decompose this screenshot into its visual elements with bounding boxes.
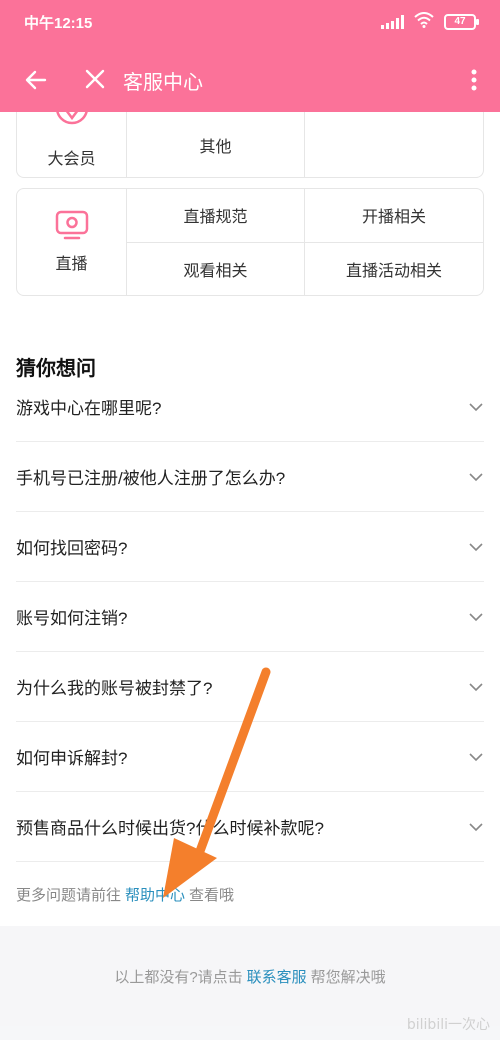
chevron-down-icon — [469, 682, 483, 691]
category-item-start-live[interactable]: 开播相关 — [305, 189, 483, 243]
faq-section: 猜你想问 游戏中心在哪里呢? 手机号已注册/被他人注册了怎么办? 如何找回密码?… — [0, 324, 500, 926]
faq-item[interactable]: 游戏中心在哪里呢? — [16, 372, 484, 442]
contact-support-link[interactable]: 联系客服 — [247, 966, 307, 987]
category-item-live-events[interactable]: 直播活动相关 — [305, 243, 483, 296]
chevron-down-icon — [469, 402, 483, 411]
faq-item[interactable]: 手机号已注册/被他人注册了怎么办? — [16, 442, 484, 512]
more-hint-prefix: 更多问题请前往 — [16, 886, 122, 904]
battery-icon: 47 — [444, 14, 479, 30]
more-menu-button[interactable] — [462, 62, 486, 98]
category-section: 大会员 其他 直播 直播规范 开播相关 观看相关 直播活动相关 — [0, 112, 500, 324]
faq-question: 账号如何注销? — [16, 609, 128, 628]
close-button[interactable] — [78, 62, 112, 96]
close-icon — [85, 69, 105, 89]
faq-question: 游戏中心在哪里呢? — [16, 399, 162, 418]
contact-prefix: 以上都没有?请点击 — [114, 968, 243, 986]
more-vertical-icon — [471, 69, 477, 91]
category-label-vip: 大会员 — [47, 151, 96, 168]
watermark: bilibili一次心 — [406, 1017, 490, 1033]
chevron-down-icon — [469, 612, 483, 621]
arrow-left-icon — [25, 70, 47, 90]
top-bar: 中午12:15 47 客服中心 — [0, 0, 500, 112]
category-item-watching[interactable]: 观看相关 — [127, 242, 305, 295]
faq-question: 如何找回密码? — [16, 539, 128, 558]
status-bar: 中午12:15 47 — [0, 0, 500, 44]
faq-question: 手机号已注册/被他人注册了怎么办? — [16, 469, 286, 488]
signal-icon — [381, 15, 404, 29]
category-item-live-rules[interactable]: 直播规范 — [127, 189, 305, 243]
chevron-down-icon — [469, 752, 483, 761]
chevron-down-icon — [469, 822, 483, 831]
vip-icon — [56, 112, 88, 125]
category-item-other[interactable]: 其他 — [127, 112, 305, 177]
help-center-link[interactable]: 帮助中心 — [125, 884, 185, 905]
category-head-live[interactable]: 直播 — [17, 189, 127, 295]
faq-item[interactable]: 为什么我的账号被封禁了? — [16, 652, 484, 722]
live-tv-icon — [55, 210, 88, 240]
page-title: 客服中心 — [123, 72, 203, 94]
faq-question: 为什么我的账号被封禁了? — [16, 679, 213, 698]
faq-item[interactable]: 账号如何注销? — [16, 582, 484, 652]
category-item-empty — [305, 112, 483, 177]
faq-item[interactable]: 预售商品什么时候出货?什么时候补款呢? — [16, 792, 484, 862]
back-button[interactable] — [18, 62, 54, 98]
faq-question: 如何申诉解封? — [16, 749, 128, 768]
app-bar: 客服中心 — [0, 44, 500, 112]
faq-item[interactable]: 如何申诉解封? — [16, 722, 484, 792]
category-card-vip: 大会员 其他 — [16, 112, 484, 178]
chevron-down-icon — [469, 472, 483, 481]
status-icons: 47 — [381, 12, 479, 32]
more-hint-suffix: 查看哦 — [189, 886, 235, 904]
category-label-live: 直播 — [55, 256, 88, 273]
category-card-live: 直播 直播规范 开播相关 观看相关 直播活动相关 — [16, 188, 484, 296]
faq-item[interactable]: 如何找回密码? — [16, 512, 484, 582]
status-time: 中午12:15 — [24, 14, 93, 32]
category-grid-vip: 其他 — [127, 112, 483, 177]
contact-suffix: 帮您解决哦 — [310, 968, 386, 986]
more-questions-hint: 更多问题请前往 帮助中心 查看哦 — [16, 862, 484, 926]
faq-question: 预售商品什么时候出货?什么时候补款呢? — [16, 819, 324, 838]
page-content: 大会员 其他 直播 直播规范 开播相关 观看相关 直播活动相关 猜你想问 游戏中… — [0, 112, 500, 1026]
wifi-icon — [414, 12, 434, 32]
category-grid-live: 直播规范 开播相关 观看相关 直播活动相关 — [127, 189, 483, 295]
chevron-down-icon — [469, 542, 483, 551]
contact-footer: 以上都没有?请点击 联系客服 帮您解决哦 — [0, 926, 500, 1026]
category-head-vip[interactable]: 大会员 — [17, 112, 127, 177]
